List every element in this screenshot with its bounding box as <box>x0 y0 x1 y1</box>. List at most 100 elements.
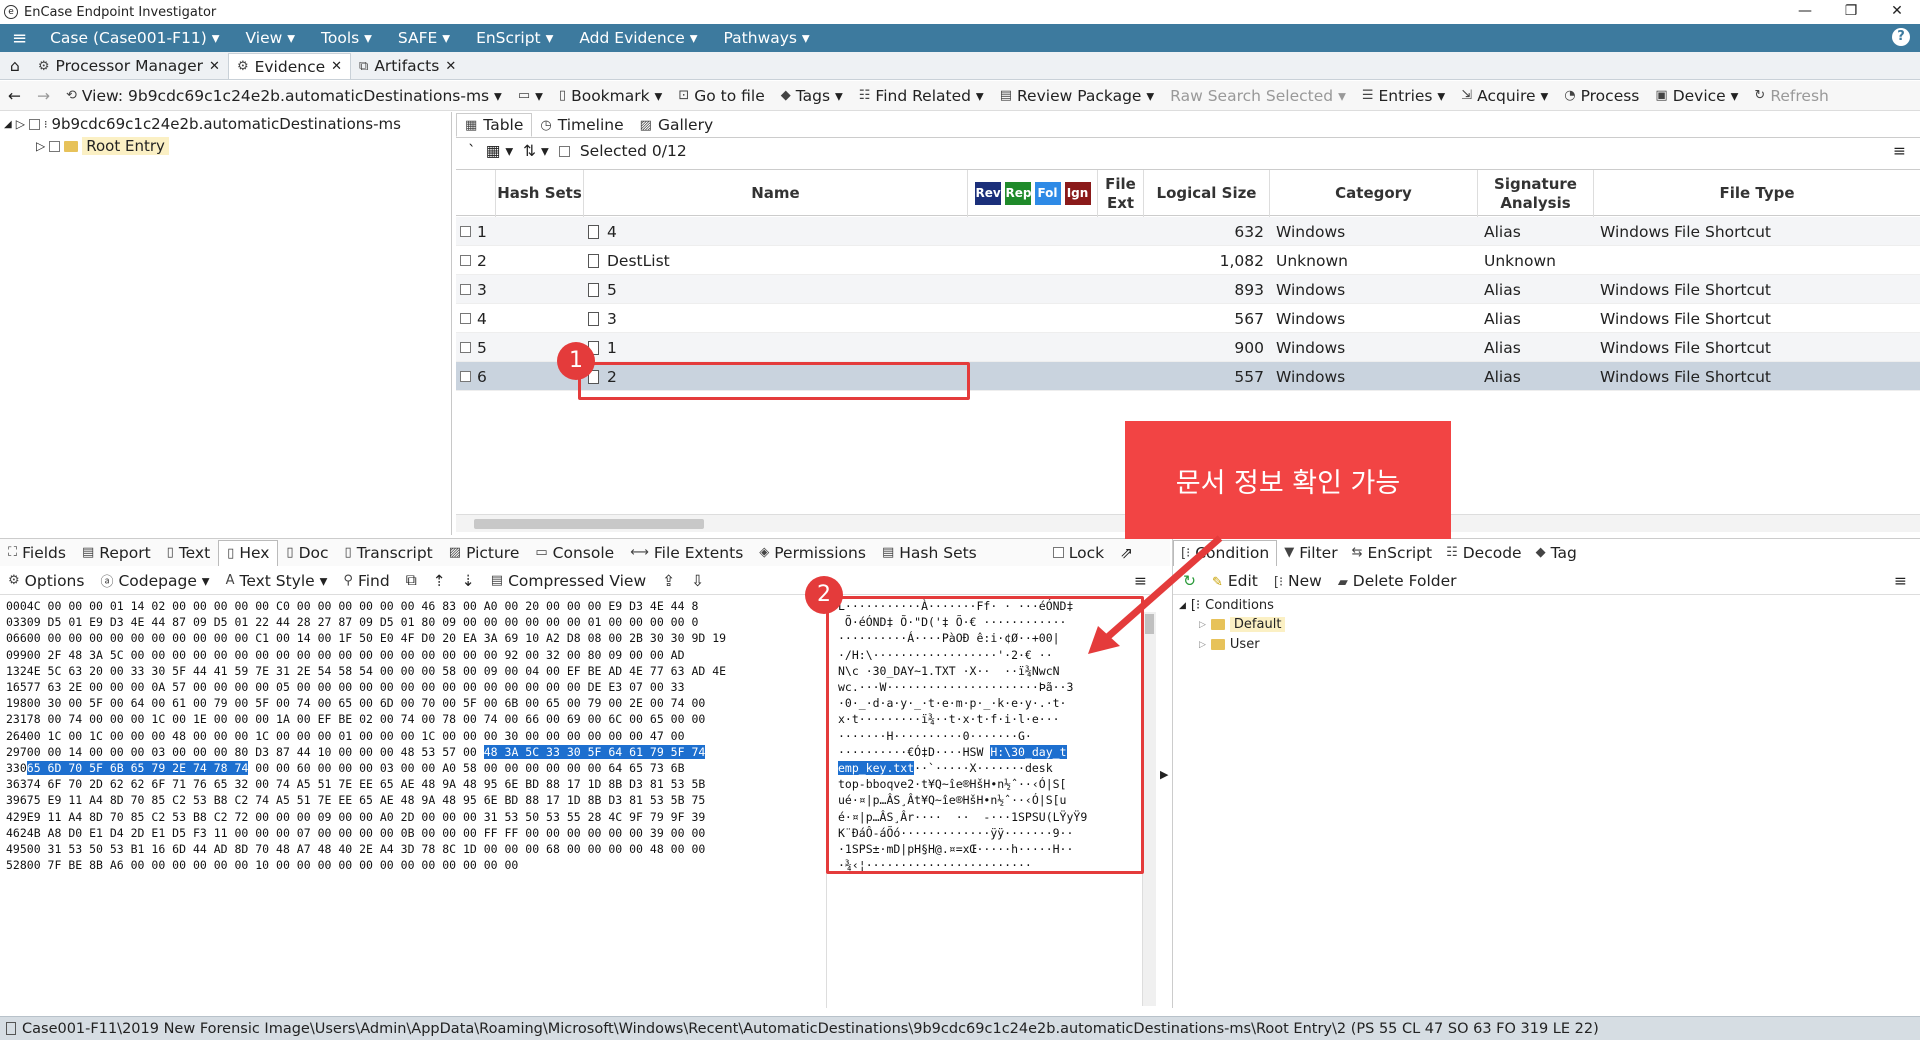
tab-permissions[interactable]: ◈ Permissions <box>751 540 874 566</box>
expand-arrow-icon[interactable]: ◢ <box>4 119 12 130</box>
tab-hex[interactable]: ▯ Hex <box>218 539 279 566</box>
hamburger-menu-icon[interactable]: ≡ <box>0 28 37 49</box>
close-tab-icon[interactable]: ✕ <box>445 59 456 74</box>
close-icon[interactable]: ✕ <box>1874 0 1920 24</box>
tab-evidence[interactable]: ⚙ Evidence ✕ <box>227 53 352 79</box>
tree-root-item[interactable]: ◢ ▷ ⁝ 9b9cdc69c1c24e2b.automaticDestinat… <box>4 115 401 133</box>
menu-enscript[interactable]: EnScript ▾ <box>463 29 566 47</box>
tab-doc[interactable]: ▯ Doc <box>278 540 336 566</box>
tags-button[interactable]: ◆ Tags ▾ <box>773 87 851 105</box>
table-row[interactable]: 4 3 567 Windows Alias Windows File Shortcut <box>456 304 1920 333</box>
table-row[interactable]: 2 DestList 1,082 Unknown Unknown <box>456 246 1920 275</box>
maximize-icon[interactable]: ❐ <box>1828 0 1874 24</box>
home-icon[interactable]: ⌂ <box>0 53 30 79</box>
tab-artifacts[interactable]: ⧉ Artifacts ✕ <box>351 53 464 79</box>
tag-follow[interactable]: Fol <box>1034 182 1061 205</box>
close-tab-icon[interactable]: ✕ <box>331 59 342 74</box>
columns-icon[interactable]: ▦ ▾ <box>486 142 513 160</box>
text-style-button[interactable]: A Text Style ▾ <box>218 572 336 590</box>
header-category[interactable]: Category <box>1270 170 1478 217</box>
forward-arrow-icon[interactable]: → <box>29 87 58 105</box>
codepage-button[interactable]: ⓐ Codepage ▾ <box>92 571 217 591</box>
tab-console[interactable]: ▭ Console <box>527 540 622 566</box>
tab-file-extents[interactable]: ⟷ File Extents <box>622 540 751 566</box>
tab-tag[interactable]: ◆ Tag <box>1529 540 1584 566</box>
import-icon[interactable]: ⇩ <box>683 572 712 590</box>
tab-table[interactable]: ▦ Table <box>456 113 533 137</box>
go-to-file-button[interactable]: ⊡ Go to file <box>670 87 772 105</box>
tab-processor-manager[interactable]: ⚙ Processor Manager ✕ <box>30 53 228 79</box>
expand-toggle-icon[interactable]: ▷ <box>36 139 45 153</box>
row-checkbox[interactable] <box>460 313 471 324</box>
row-checkbox[interactable] <box>460 342 471 353</box>
row-checkbox[interactable] <box>460 226 471 237</box>
expand-toggle-icon[interactable]: ▷ <box>16 117 25 131</box>
tab-report[interactable]: ▤ Report <box>74 540 159 566</box>
splitter-arrow-icon[interactable]: ▶ <box>1160 768 1168 781</box>
tree-checkbox[interactable] <box>28 118 40 130</box>
entries-button[interactable]: ☰ Entries ▾ <box>1354 87 1453 105</box>
table-row[interactable]: 5 1 900 Windows Alias Windows File Shortcut <box>456 333 1920 362</box>
lock-checkbox[interactable] <box>1052 547 1064 558</box>
acquire-button[interactable]: ⇲ Acquire ▾ <box>1453 87 1556 105</box>
header-logical-size[interactable]: Logical Size <box>1144 170 1270 217</box>
header-name[interactable]: Name <box>584 170 968 217</box>
row-checkbox[interactable] <box>460 255 471 266</box>
bookmark-button[interactable]: ▯ Bookmark ▾ <box>551 87 670 105</box>
up-arrow-icon[interactable]: ⇡ <box>425 572 454 590</box>
compressed-view-button[interactable]: ▤ Compressed View <box>483 572 654 590</box>
table-row[interactable]: 1 4 632 Windows Alias Windows File Shortcut <box>456 217 1920 246</box>
minimize-icon[interactable]: — <box>1782 0 1828 24</box>
hex-panel[interactable]: 0004C 00 00 00 01 14 02 00 00 00 00 00 C… <box>6 598 826 1008</box>
header-file-type[interactable]: File Type <box>1594 170 1920 217</box>
row-checkbox[interactable] <box>460 371 471 382</box>
tab-gallery[interactable]: ▨ Gallery <box>632 113 722 137</box>
menu-add-evidence[interactable]: Add Evidence ▾ <box>566 29 710 47</box>
conditions-menu-icon[interactable]: ≡ <box>1894 572 1907 590</box>
sort-icon[interactable]: ⇅ ▾ <box>523 142 549 160</box>
options-button[interactable]: ⚙ Options <box>0 572 92 590</box>
header-file-ext[interactable]: File Ext <box>1098 170 1144 217</box>
copy-icon[interactable]: ⧉ <box>398 571 425 590</box>
layout-button[interactable]: ▭ ▾ <box>510 87 551 105</box>
tab-decode[interactable]: ☷ Decode <box>1439 540 1529 566</box>
tab-picture[interactable]: ▨ Picture <box>441 540 528 566</box>
tag-ignore[interactable]: Ign <box>1064 182 1091 205</box>
tab-hash-sets[interactable]: ▤ Hash Sets <box>874 540 985 566</box>
header-hash-sets[interactable]: Hash Sets <box>496 170 584 217</box>
find-button[interactable]: ⚲ Find <box>335 572 397 590</box>
tick-icon[interactable]: ˋ <box>468 142 476 160</box>
new-button[interactable]: [⁝ New <box>1274 572 1322 590</box>
tab-filter[interactable]: ▼ Filter <box>1277 540 1344 566</box>
menu-pathways[interactable]: Pathways ▾ <box>711 29 823 47</box>
tab-fields[interactable]: ⛶ Fields <box>0 540 74 566</box>
vertical-scrollbar[interactable] <box>1142 612 1156 1006</box>
scroll-thumb[interactable] <box>474 519 704 529</box>
header-signature[interactable]: Signature Analysis <box>1478 170 1594 217</box>
device-button[interactable]: ▣ Device ▾ <box>1647 87 1746 105</box>
review-package-button[interactable]: ▤ Review Package ▾ <box>992 87 1162 105</box>
menu-case[interactable]: Case (Case001-F11) ▾ <box>37 29 232 47</box>
back-arrow-icon[interactable]: ← <box>0 87 29 105</box>
raw-search-selected-button[interactable]: Raw Search Selected ▾ <box>1162 87 1354 105</box>
tab-timeline[interactable]: ◷ Timeline <box>532 113 631 137</box>
view-selector[interactable]: ⟲ View: 9b9cdc69c1c24e2b.automaticDestina… <box>58 87 510 105</box>
menu-safe[interactable]: SAFE ▾ <box>385 29 463 47</box>
row-checkbox[interactable] <box>460 284 471 295</box>
table-menu-icon[interactable]: ≡ <box>1893 142 1906 160</box>
refresh-button[interactable]: ↻ Refresh <box>1746 87 1836 105</box>
menu-tools[interactable]: Tools ▾ <box>308 29 385 47</box>
tab-text[interactable]: ▯ Text <box>159 540 219 566</box>
tag-report[interactable]: Rep <box>1004 182 1031 205</box>
delete-folder-button[interactable]: ▰ Delete Folder <box>1338 572 1457 590</box>
close-tab-icon[interactable]: ✕ <box>209 59 220 74</box>
tag-review[interactable]: Rev <box>974 182 1001 205</box>
process-button[interactable]: ◔ Process <box>1556 87 1647 105</box>
tree-item-root-entry[interactable]: ▷ Root Entry <box>36 137 169 155</box>
table-row[interactable]: 3 5 893 Windows Alias Windows File Shortcut <box>456 275 1920 304</box>
menu-view[interactable]: View ▾ <box>233 29 309 47</box>
down-arrow-icon[interactable]: ⇣ <box>454 572 483 590</box>
select-all-checkbox[interactable] <box>558 145 570 157</box>
export-icon[interactable]: ⇪ <box>654 572 683 590</box>
help-icon[interactable]: ? <box>1892 28 1910 46</box>
